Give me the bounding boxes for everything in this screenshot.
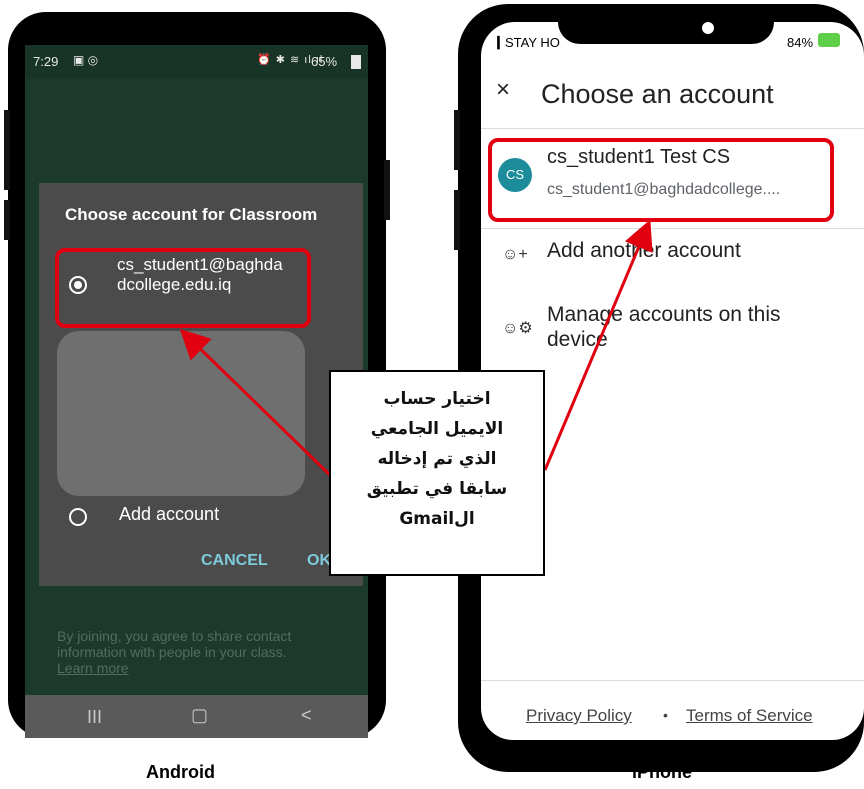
callout-box: اختيار حساب الايميل الجامعي الذي تم إدخا… [329, 370, 545, 576]
iphone-caption: iPhone [632, 762, 693, 782]
callout-line: الGmail [399, 509, 475, 529]
callout-line: الايميل الجامعي [370, 419, 504, 439]
android-caption: Android [146, 762, 215, 782]
arrow-to-android-account [179, 328, 335, 480]
callout-line: الذي تم إدخاله [377, 449, 497, 469]
callout-line: سابقا في تطبيق [366, 479, 508, 499]
callout-line: اختيار حساب [383, 389, 491, 409]
arrow-to-iphone-account [543, 219, 653, 471]
